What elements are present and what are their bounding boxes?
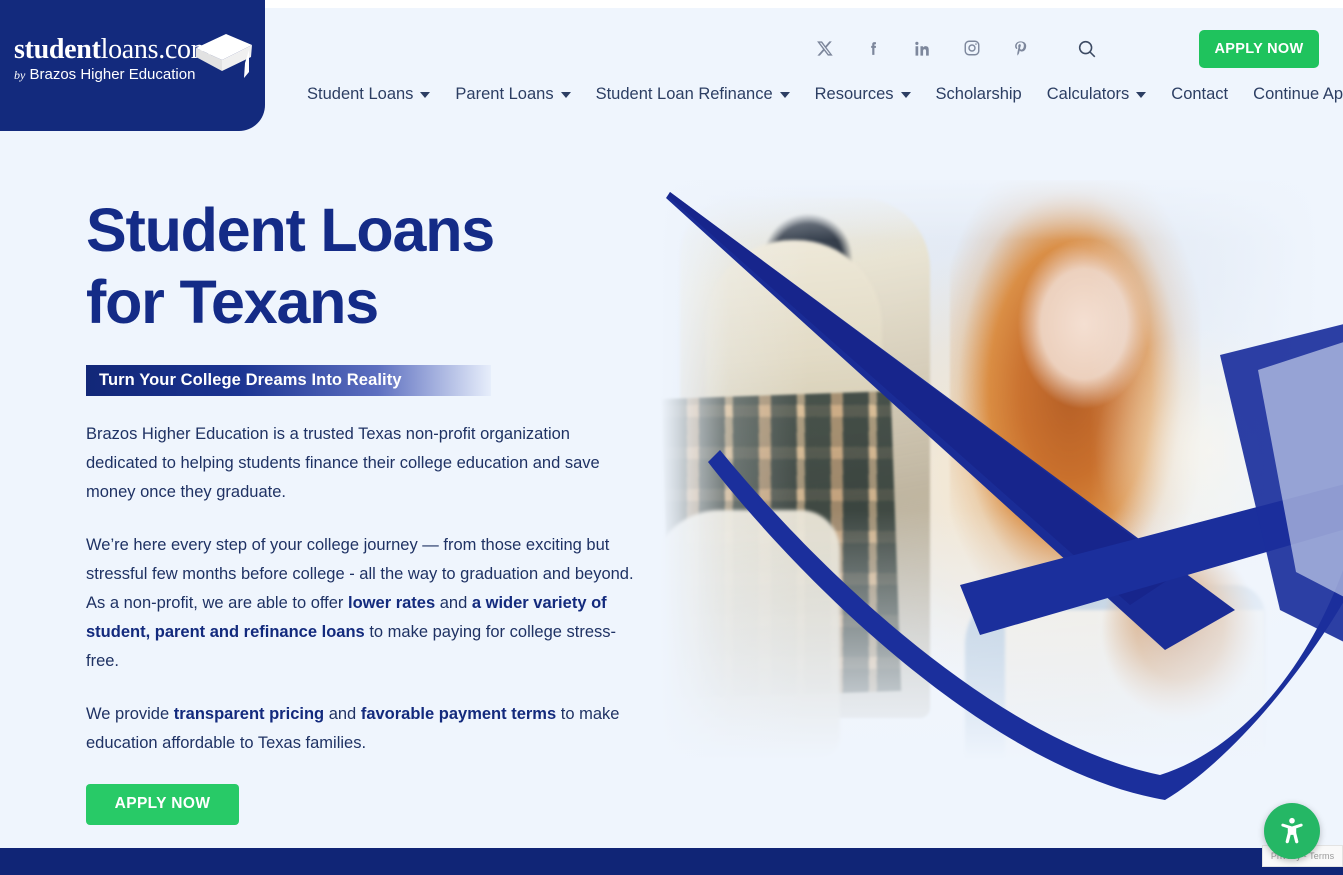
nav-item-calculators[interactable]: Calculators	[1047, 86, 1147, 103]
apply-now-hero-button[interactable]: APPLY NOW	[86, 783, 239, 825]
social-links	[800, 33, 1045, 63]
graduation-cap-icon	[196, 33, 252, 78]
linkedin-icon[interactable]	[898, 33, 947, 63]
nav-label: Continue Application	[1253, 85, 1343, 103]
page-root: studentloans.com by Brazos Higher Educat…	[0, 0, 1343, 875]
chevron-down-icon	[779, 92, 790, 99]
x-twitter-icon[interactable]	[800, 33, 849, 63]
site-logo[interactable]: studentloans.com by Brazos Higher Educat…	[0, 0, 265, 131]
hero-tagline-text: Turn Your College Dreams Into Reality	[99, 370, 402, 389]
page-title: Student Loans for Texans	[86, 195, 661, 339]
chevron-down-icon	[560, 92, 571, 99]
nav-label: Student Loan Refinance	[595, 85, 773, 103]
logo-tagline-by: by	[14, 67, 26, 82]
chevron-down-icon	[900, 92, 911, 99]
p2-bold-lower-rates: lower rates	[348, 593, 436, 612]
facebook-icon[interactable]	[849, 33, 898, 63]
hero-heading-line-2: for Texans	[86, 267, 379, 336]
nav-item-student-loans[interactable]: Student Loans	[307, 85, 431, 103]
hero-content: Student Loans for Texans Turn Your Colle…	[86, 195, 661, 825]
hero-paragraph-1: Brazos Higher Education is a trusted Tex…	[86, 424, 600, 501]
nav-label: Scholarship	[935, 85, 1022, 103]
nav-item-continue-application[interactable]: Continue Application	[1253, 86, 1343, 103]
main-navigation: Student Loans Parent Loans Student Loan …	[307, 86, 1343, 103]
hero-tagline-banner: Turn Your College Dreams Into Reality	[86, 364, 491, 396]
nav-item-student-loan-refinance[interactable]: Student Loan Refinance	[596, 86, 790, 103]
nav-item-scholarship[interactable]: Scholarship	[936, 86, 1022, 103]
footer-bar	[0, 848, 1343, 875]
p2-part-c: and	[435, 593, 472, 612]
nav-item-parent-loans[interactable]: Parent Loans	[455, 85, 571, 103]
nav-label: Student Loans	[307, 85, 414, 103]
nav-label: Parent Loans	[455, 85, 554, 103]
hero-image	[660, 180, 1343, 800]
navy-geometric-overlay	[666, 192, 1343, 800]
accessibility-person-icon	[1281, 817, 1303, 844]
apply-now-header-button[interactable]: APPLY NOW	[1199, 30, 1319, 68]
p3-bold-payment-terms: favorable payment terms	[360, 704, 557, 723]
nav-item-contact[interactable]: Contact	[1171, 86, 1228, 103]
logo-tagline-text: Brazos Higher Education	[29, 65, 196, 83]
hero-paragraph-3: We provide transparent pricing and favor…	[86, 700, 646, 758]
nav-label: Resources	[814, 85, 894, 103]
search-icon[interactable]	[1076, 38, 1098, 60]
nav-label: Contact	[1171, 85, 1229, 103]
p3-bold-transparent-pricing: transparent pricing	[173, 704, 325, 723]
chevron-down-icon	[420, 92, 431, 99]
chevron-down-icon	[1136, 92, 1147, 99]
hero-paragraph-2: We’re here every step of your college jo…	[86, 531, 646, 676]
instagram-icon[interactable]	[947, 33, 996, 63]
nav-label: Calculators	[1046, 85, 1130, 103]
nav-item-resources[interactable]: Resources	[815, 86, 911, 103]
p3-part-a: We provide	[86, 704, 174, 723]
logo-lockup: studentloans.com by Brazos Higher Educat…	[14, 33, 252, 96]
p3-part-c: and	[324, 704, 361, 723]
accessibility-widget-button[interactable]	[1264, 803, 1320, 859]
logo-word-student: student	[14, 33, 101, 65]
hero-heading-line-1: Student Loans	[86, 196, 495, 264]
pinterest-icon[interactable]	[996, 33, 1045, 63]
